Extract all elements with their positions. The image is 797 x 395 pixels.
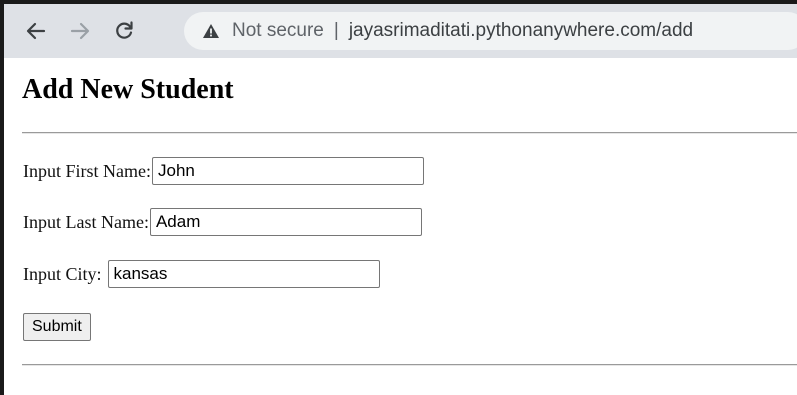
first-name-label: Input First Name:: [23, 160, 151, 181]
reload-icon: [116, 21, 133, 39]
divider-top: [22, 132, 797, 134]
warning-triangle-icon[interactable]: [202, 23, 220, 39]
city-label: Input City:: [23, 263, 102, 284]
last-name-input[interactable]: [149, 208, 422, 236]
browser-toolbar: Not secure | jayasrimaditati.pythonanywh…: [4, 4, 797, 58]
city-input[interactable]: [107, 260, 380, 288]
submit-button[interactable]: Submit: [23, 313, 91, 341]
reload-button[interactable]: [104, 11, 144, 51]
divider-bottom: [22, 364, 797, 366]
forward-arrow-icon: [70, 22, 90, 40]
first-name-row: Input First Name:: [23, 157, 424, 185]
forward-button[interactable]: [60, 11, 100, 51]
security-status[interactable]: Not secure: [232, 20, 324, 42]
address-bar[interactable]: Not secure | jayasrimaditati.pythonanywh…: [184, 12, 797, 50]
last-name-label: Input Last Name:: [23, 211, 149, 232]
page-title: Add New Student: [22, 74, 234, 105]
city-row: Input City:: [23, 260, 380, 288]
page-content: Add New Student Input First Name: Input …: [4, 58, 797, 395]
url-text[interactable]: jayasrimaditati.pythonanywhere.com/add: [349, 20, 693, 42]
url-separator: |: [333, 20, 339, 41]
back-button[interactable]: [16, 11, 56, 51]
first-name-input[interactable]: [152, 157, 424, 185]
back-arrow-icon: [26, 22, 46, 40]
last-name-row: Input Last Name:: [23, 208, 422, 236]
